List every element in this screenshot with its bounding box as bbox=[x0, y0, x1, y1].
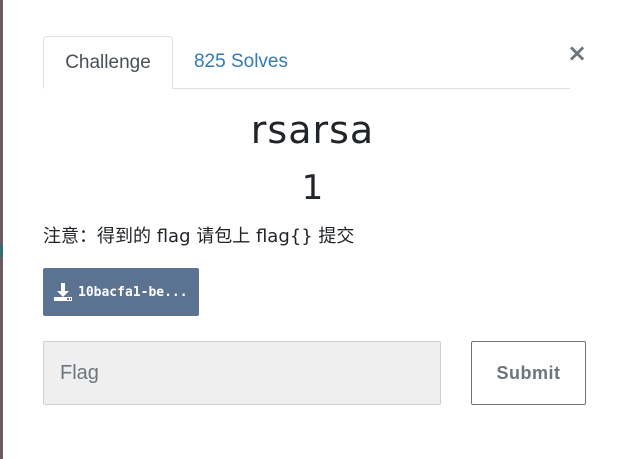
tab-solves[interactable]: 825 Solves bbox=[173, 36, 309, 88]
background-edge-notch bbox=[0, 244, 3, 258]
download-icon bbox=[53, 282, 73, 302]
challenge-description: 注意：得到的 flag 请包上 flag{} 提交 bbox=[43, 226, 355, 247]
flag-input[interactable] bbox=[43, 341, 441, 405]
tab-challenge[interactable]: Challenge bbox=[43, 36, 173, 89]
challenge-name: rsarsa bbox=[250, 108, 375, 152]
file-download-button[interactable]: 10bacfa1-be... bbox=[43, 268, 199, 316]
submit-button[interactable]: Submit bbox=[471, 341, 586, 405]
challenge-value: 1 bbox=[301, 168, 324, 208]
file-download-label: 10bacfa1-be... bbox=[78, 284, 188, 300]
background-edge bbox=[0, 0, 3, 459]
challenge-modal-tabs: Challenge 825 Solves bbox=[43, 36, 570, 89]
close-icon[interactable]: × bbox=[566, 40, 588, 66]
